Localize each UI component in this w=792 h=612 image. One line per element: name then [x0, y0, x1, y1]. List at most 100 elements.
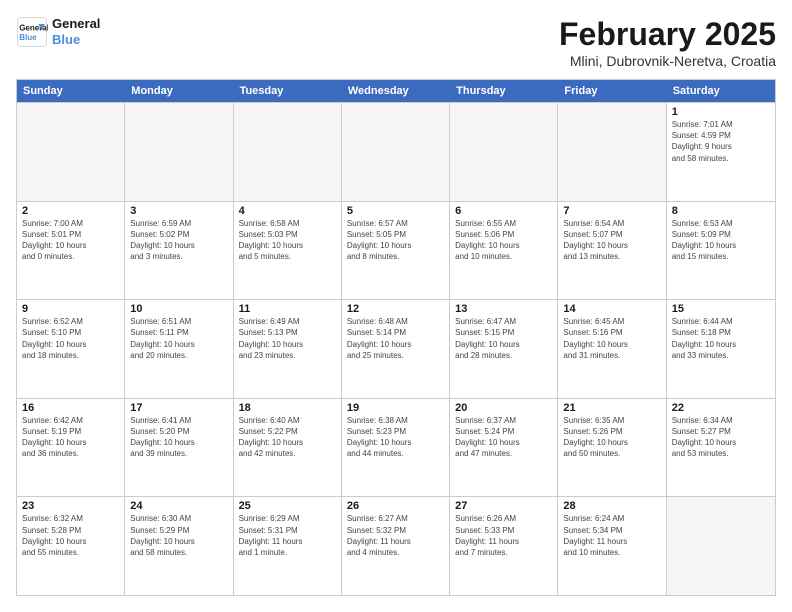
day-info: Sunrise: 6:41 AM Sunset: 5:20 PM Dayligh…	[130, 415, 227, 460]
day-cell-9: 9Sunrise: 6:52 AM Sunset: 5:10 PM Daylig…	[17, 300, 125, 398]
day-header-thursday: Thursday	[450, 80, 558, 102]
logo: General Blue General Blue	[16, 16, 100, 48]
day-number: 28	[563, 500, 660, 512]
day-cell-20: 20Sunrise: 6:37 AM Sunset: 5:24 PM Dayli…	[450, 399, 558, 497]
calendar-body: 1Sunrise: 7:01 AM Sunset: 4:59 PM Daylig…	[17, 102, 775, 595]
day-info: Sunrise: 6:37 AM Sunset: 5:24 PM Dayligh…	[455, 415, 552, 460]
calendar-row-1: 1Sunrise: 7:01 AM Sunset: 4:59 PM Daylig…	[17, 102, 775, 201]
day-number: 13	[455, 303, 552, 315]
day-info: Sunrise: 6:24 AM Sunset: 5:34 PM Dayligh…	[563, 513, 660, 558]
day-cell-10: 10Sunrise: 6:51 AM Sunset: 5:11 PM Dayli…	[125, 300, 233, 398]
empty-cell	[234, 103, 342, 201]
empty-cell	[125, 103, 233, 201]
logo-text: General Blue	[52, 16, 100, 47]
day-info: Sunrise: 6:26 AM Sunset: 5:33 PM Dayligh…	[455, 513, 552, 558]
day-number: 9	[22, 303, 119, 315]
day-cell-19: 19Sunrise: 6:38 AM Sunset: 5:23 PM Dayli…	[342, 399, 450, 497]
calendar-row-4: 16Sunrise: 6:42 AM Sunset: 5:19 PM Dayli…	[17, 398, 775, 497]
day-cell-14: 14Sunrise: 6:45 AM Sunset: 5:16 PM Dayli…	[558, 300, 666, 398]
title-area: February 2025 Mlini, Dubrovnik-Neretva, …	[559, 16, 776, 69]
day-cell-1: 1Sunrise: 7:01 AM Sunset: 4:59 PM Daylig…	[667, 103, 775, 201]
svg-text:Blue: Blue	[19, 33, 37, 42]
day-info: Sunrise: 6:47 AM Sunset: 5:15 PM Dayligh…	[455, 316, 552, 361]
day-info: Sunrise: 6:42 AM Sunset: 5:19 PM Dayligh…	[22, 415, 119, 460]
day-cell-21: 21Sunrise: 6:35 AM Sunset: 5:26 PM Dayli…	[558, 399, 666, 497]
day-info: Sunrise: 6:29 AM Sunset: 5:31 PM Dayligh…	[239, 513, 336, 558]
day-info: Sunrise: 6:57 AM Sunset: 5:05 PM Dayligh…	[347, 218, 444, 263]
logo-icon: General Blue	[16, 16, 48, 48]
month-title: February 2025	[559, 16, 776, 53]
day-info: Sunrise: 6:38 AM Sunset: 5:23 PM Dayligh…	[347, 415, 444, 460]
day-header-tuesday: Tuesday	[234, 80, 342, 102]
day-cell-8: 8Sunrise: 6:53 AM Sunset: 5:09 PM Daylig…	[667, 202, 775, 300]
day-cell-11: 11Sunrise: 6:49 AM Sunset: 5:13 PM Dayli…	[234, 300, 342, 398]
day-number: 8	[672, 205, 770, 217]
day-cell-13: 13Sunrise: 6:47 AM Sunset: 5:15 PM Dayli…	[450, 300, 558, 398]
day-cell-22: 22Sunrise: 6:34 AM Sunset: 5:27 PM Dayli…	[667, 399, 775, 497]
day-info: Sunrise: 6:58 AM Sunset: 5:03 PM Dayligh…	[239, 218, 336, 263]
day-number: 19	[347, 402, 444, 414]
day-cell-4: 4Sunrise: 6:58 AM Sunset: 5:03 PM Daylig…	[234, 202, 342, 300]
day-number: 26	[347, 500, 444, 512]
day-number: 2	[22, 205, 119, 217]
day-number: 25	[239, 500, 336, 512]
empty-cell	[558, 103, 666, 201]
empty-cell	[667, 497, 775, 595]
day-number: 27	[455, 500, 552, 512]
day-cell-15: 15Sunrise: 6:44 AM Sunset: 5:18 PM Dayli…	[667, 300, 775, 398]
day-info: Sunrise: 6:53 AM Sunset: 5:09 PM Dayligh…	[672, 218, 770, 263]
day-cell-16: 16Sunrise: 6:42 AM Sunset: 5:19 PM Dayli…	[17, 399, 125, 497]
day-info: Sunrise: 6:52 AM Sunset: 5:10 PM Dayligh…	[22, 316, 119, 361]
day-number: 5	[347, 205, 444, 217]
day-cell-23: 23Sunrise: 6:32 AM Sunset: 5:28 PM Dayli…	[17, 497, 125, 595]
day-cell-26: 26Sunrise: 6:27 AM Sunset: 5:32 PM Dayli…	[342, 497, 450, 595]
day-info: Sunrise: 6:32 AM Sunset: 5:28 PM Dayligh…	[22, 513, 119, 558]
empty-cell	[342, 103, 450, 201]
day-number: 23	[22, 500, 119, 512]
calendar-row-3: 9Sunrise: 6:52 AM Sunset: 5:10 PM Daylig…	[17, 299, 775, 398]
day-number: 22	[672, 402, 770, 414]
day-number: 20	[455, 402, 552, 414]
day-number: 11	[239, 303, 336, 315]
day-cell-6: 6Sunrise: 6:55 AM Sunset: 5:06 PM Daylig…	[450, 202, 558, 300]
day-number: 10	[130, 303, 227, 315]
day-number: 24	[130, 500, 227, 512]
day-info: Sunrise: 6:55 AM Sunset: 5:06 PM Dayligh…	[455, 218, 552, 263]
calendar: SundayMondayTuesdayWednesdayThursdayFrid…	[16, 79, 776, 596]
day-number: 6	[455, 205, 552, 217]
location: Mlini, Dubrovnik-Neretva, Croatia	[559, 53, 776, 69]
day-cell-7: 7Sunrise: 6:54 AM Sunset: 5:07 PM Daylig…	[558, 202, 666, 300]
day-info: Sunrise: 6:35 AM Sunset: 5:26 PM Dayligh…	[563, 415, 660, 460]
day-number: 15	[672, 303, 770, 315]
header: General Blue General Blue February 2025 …	[16, 16, 776, 69]
day-header-monday: Monday	[125, 80, 233, 102]
day-info: Sunrise: 6:51 AM Sunset: 5:11 PM Dayligh…	[130, 316, 227, 361]
day-number: 14	[563, 303, 660, 315]
day-cell-3: 3Sunrise: 6:59 AM Sunset: 5:02 PM Daylig…	[125, 202, 233, 300]
day-cell-25: 25Sunrise: 6:29 AM Sunset: 5:31 PM Dayli…	[234, 497, 342, 595]
page: General Blue General Blue February 2025 …	[0, 0, 792, 612]
day-info: Sunrise: 6:45 AM Sunset: 5:16 PM Dayligh…	[563, 316, 660, 361]
day-info: Sunrise: 6:30 AM Sunset: 5:29 PM Dayligh…	[130, 513, 227, 558]
day-info: Sunrise: 6:48 AM Sunset: 5:14 PM Dayligh…	[347, 316, 444, 361]
day-number: 7	[563, 205, 660, 217]
day-cell-12: 12Sunrise: 6:48 AM Sunset: 5:14 PM Dayli…	[342, 300, 450, 398]
day-info: Sunrise: 6:44 AM Sunset: 5:18 PM Dayligh…	[672, 316, 770, 361]
calendar-header: SundayMondayTuesdayWednesdayThursdayFrid…	[17, 80, 775, 102]
day-number: 16	[22, 402, 119, 414]
day-number: 4	[239, 205, 336, 217]
day-cell-24: 24Sunrise: 6:30 AM Sunset: 5:29 PM Dayli…	[125, 497, 233, 595]
day-info: Sunrise: 6:49 AM Sunset: 5:13 PM Dayligh…	[239, 316, 336, 361]
day-header-friday: Friday	[558, 80, 666, 102]
day-info: Sunrise: 6:27 AM Sunset: 5:32 PM Dayligh…	[347, 513, 444, 558]
day-number: 18	[239, 402, 336, 414]
day-header-wednesday: Wednesday	[342, 80, 450, 102]
day-cell-2: 2Sunrise: 7:00 AM Sunset: 5:01 PM Daylig…	[17, 202, 125, 300]
calendar-row-5: 23Sunrise: 6:32 AM Sunset: 5:28 PM Dayli…	[17, 496, 775, 595]
day-cell-5: 5Sunrise: 6:57 AM Sunset: 5:05 PM Daylig…	[342, 202, 450, 300]
day-header-saturday: Saturday	[667, 80, 775, 102]
empty-cell	[17, 103, 125, 201]
day-cell-27: 27Sunrise: 6:26 AM Sunset: 5:33 PM Dayli…	[450, 497, 558, 595]
calendar-row-2: 2Sunrise: 7:00 AM Sunset: 5:01 PM Daylig…	[17, 201, 775, 300]
day-cell-28: 28Sunrise: 6:24 AM Sunset: 5:34 PM Dayli…	[558, 497, 666, 595]
